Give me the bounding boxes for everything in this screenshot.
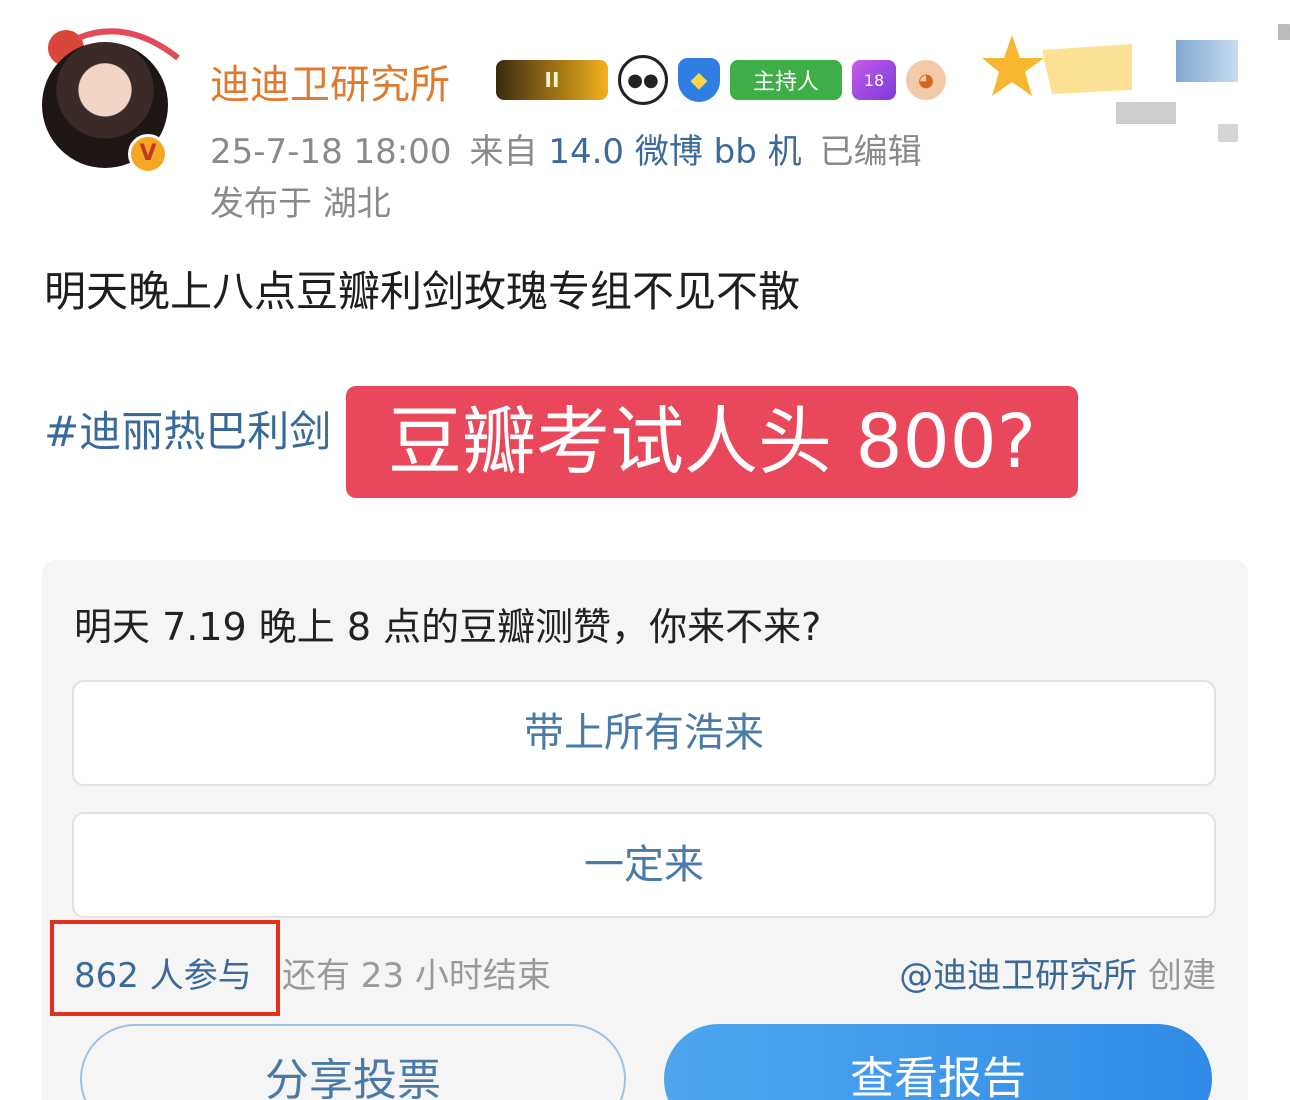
share-poll-button[interactable]: 分享投票 [80, 1024, 626, 1100]
poll-card: 明天 7.19 晚上 8 点的豆瓣测赞，你来不来? 带上所有浩来 一定来 862… [42, 560, 1248, 1100]
host-badge[interactable]: 主持人 [730, 60, 842, 100]
edited-label[interactable]: 已编辑 [820, 132, 922, 172]
view-report-button[interactable]: 查看报告 [664, 1024, 1212, 1100]
post-location: 发布于 湖北 [210, 184, 391, 224]
blurred-area [1278, 24, 1290, 40]
post-time: 25-7-18 18:00 [210, 132, 452, 172]
star-decoration-icon [982, 35, 1132, 96]
verified-badge: V [128, 134, 168, 174]
weibo-post-card: V 迪迪卫研究所 II ●● ◆ 主持人 18 ◕ 25-7-18 18:00 来… [0, 0, 1290, 1100]
post-text: 明天晚上八点豆瓣利剑玫瑰专组不见不散 [44, 267, 801, 316]
pet-icon[interactable]: ◕ [906, 60, 946, 100]
post-source[interactable]: 14.0 微博 bb 机 [548, 132, 801, 172]
hashtag-link[interactable]: #迪丽热巴利剑 [44, 398, 331, 459]
user-badges: II ●● ◆ 主持人 18 ◕ [496, 55, 946, 105]
overlay-caption: 豆瓣考试人头 800? [346, 386, 1078, 498]
creator-suffix: 创建 [1137, 956, 1216, 996]
time-remaining: 还有 23 小时结束 [282, 956, 551, 996]
blurred-area [1116, 102, 1176, 124]
blurred-area [1176, 40, 1238, 82]
gem-level-icon[interactable]: 18 [852, 60, 896, 100]
crown-level-icon[interactable]: II [496, 60, 608, 100]
poll-option-2[interactable]: 一定来 [72, 812, 1216, 918]
poll-question: 明天 7.19 晚上 8 点的豆瓣测赞，你来不来? [74, 605, 822, 649]
creator-link[interactable]: @迪迪卫研究所 [899, 956, 1137, 996]
blurred-area [1218, 124, 1238, 142]
author-name[interactable]: 迪迪卫研究所 [210, 52, 450, 110]
shield-icon[interactable]: ◆ [678, 58, 720, 102]
source-prefix: 来自 [469, 132, 538, 172]
panda-icon[interactable]: ●● [618, 55, 668, 105]
highlight-box [50, 920, 280, 1016]
post-meta: 25-7-18 18:00 来自 14.0 微博 bb 机已编辑 [210, 124, 922, 173]
poll-option-1[interactable]: 带上所有浩来 [72, 680, 1216, 786]
poll-creator: @迪迪卫研究所 创建 [899, 948, 1216, 997]
